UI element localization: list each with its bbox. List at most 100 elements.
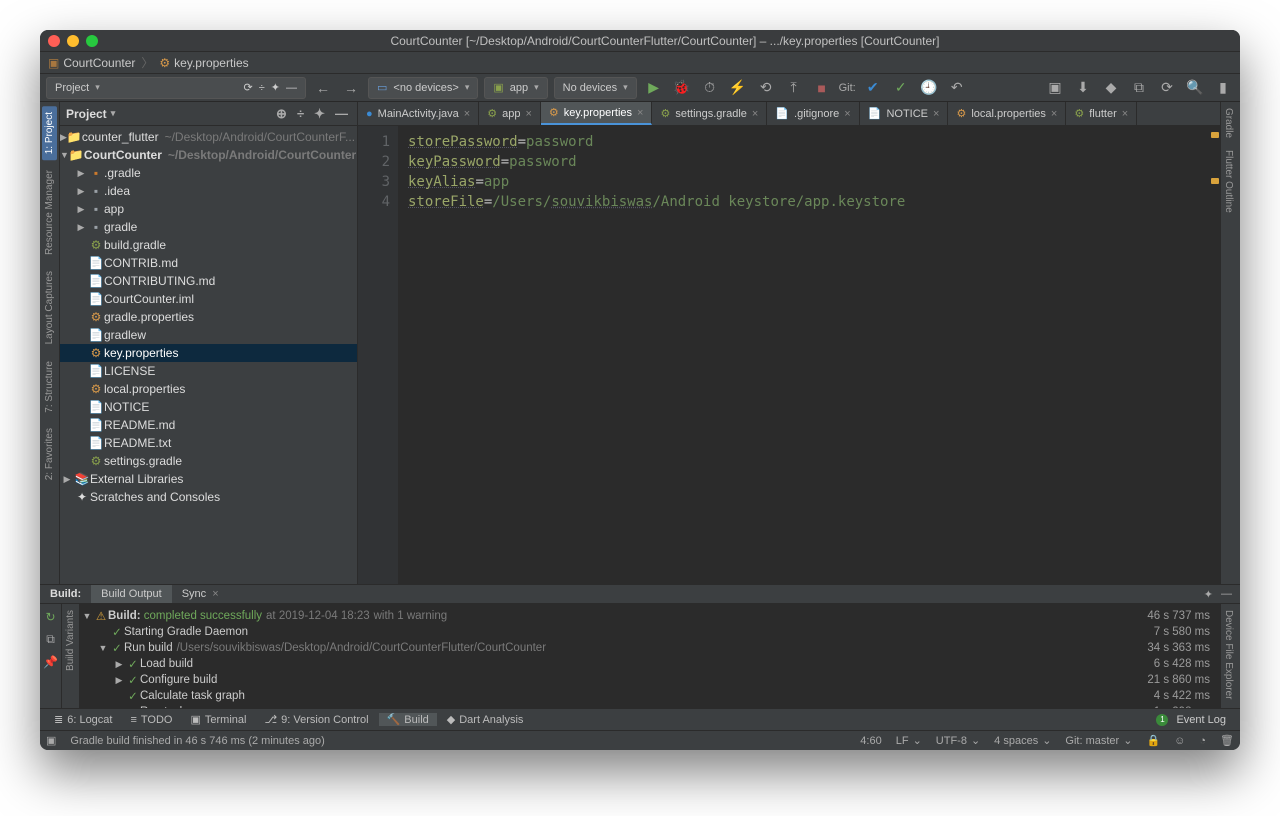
build-row[interactable]: ▶✓Load build6 s 428 ms [80,656,1220,672]
build-twisty-icon[interactable]: ▶ [112,675,126,686]
editor[interactable]: 1 2 3 4 storePassword=password keyPasswo… [358,126,1220,584]
breadcrumb-project[interactable]: ▣CourtCounter [48,56,135,70]
left-rail-layout-captures[interactable]: Layout Captures [42,265,57,350]
indent-widget[interactable]: 4 spaces ⌄ [994,734,1051,747]
build-row[interactable]: ✓Calculate task graph4 s 422 ms [80,688,1220,704]
build-twisty-icon[interactable]: ▼ [96,643,110,653]
project-settings-button[interactable]: ✦ [311,106,328,122]
tab-close-icon[interactable]: × [637,107,643,119]
tab-close-icon[interactable]: × [525,108,531,120]
collapse-icon[interactable]: ÷ [259,82,265,94]
project-locate-button[interactable]: ⊕ [273,106,290,122]
git-revert-button[interactable]: ↶ [946,77,968,99]
devices-combo[interactable]: ▭<no devices>▾ [368,77,478,99]
tree-node-external-libraries[interactable]: ▶📚External Libraries [60,470,357,488]
profile-button[interactable]: ⏱ [699,77,721,99]
sdk-manager-button[interactable]: ⬇ [1072,77,1094,99]
caret-position[interactable]: 4:60 [860,735,881,747]
settings-gear-icon[interactable]: ✦ [271,81,280,94]
git-branch-widget[interactable]: Git: master ⌄ [1065,734,1132,747]
rerun-build-icon[interactable]: ↻ [45,610,55,624]
project-collapse-button[interactable]: ÷ [294,106,307,121]
left-rail-structure[interactable]: 7: Structure [42,355,57,419]
tree-node-local-properties[interactable]: ⚙local.properties [60,380,357,398]
editor-tab-local-properties[interactable]: ⚙local.properties× [948,102,1066,125]
tree-node-settings-gradle[interactable]: ⚙settings.gradle [60,452,357,470]
zoom-window-button[interactable] [86,35,98,47]
tree-twisty-icon[interactable]: ▶ [60,474,74,485]
right-rail-gradle[interactable]: Gradle [1221,102,1236,144]
build-variants-label[interactable]: Build Variants [65,610,76,671]
inspector-face-icon[interactable]: ☺ [1174,735,1185,747]
tab-close-icon[interactable]: × [844,108,850,120]
close-window-button[interactable] [48,35,60,47]
tree-node-key-properties[interactable]: ⚙key.properties [60,344,357,362]
tree-node-app[interactable]: ▶▪app [60,200,357,218]
avd-manager-button[interactable]: ▣ [1044,77,1066,99]
debug-button[interactable]: 🐞 [671,77,693,99]
tree-twisty-icon[interactable]: ▶ [60,132,67,143]
build-sync-tab[interactable]: Sync× [172,585,229,603]
left-rail-project[interactable]: 1: Project [42,106,57,160]
tree-node-build-gradle[interactable]: ⚙build.gradle [60,236,357,254]
status-icon[interactable]: ▣ [46,734,56,747]
tree-node-license[interactable]: 📄LICENSE [60,362,357,380]
project-tree[interactable]: ▶📁counter_flutter~/Desktop/Android/Court… [60,126,357,584]
build-hide-icon[interactable]: — [1221,588,1232,601]
trash-icon[interactable]: 🗑 [1220,734,1234,747]
tree-twisty-icon[interactable]: ▼ [60,150,69,160]
editor-tab-app[interactable]: ⚙app× [479,102,541,125]
reload-flutter-button[interactable]: ⟳ [1156,77,1178,99]
terminal-tab[interactable]: ▣Terminal [182,713,254,726]
git-commit-button[interactable]: ✓ [890,77,912,99]
build-row[interactable]: ▶✓Configure build21 s 860 ms [80,672,1220,688]
tab-close-icon[interactable]: × [752,108,758,120]
left-rail-favorites[interactable]: 2: Favorites [42,422,57,486]
breadcrumb-file[interactable]: ⚙key.properties [159,56,248,70]
editor-tab-settings-gradle[interactable]: ⚙settings.gradle× [652,102,767,125]
tab-close-icon[interactable]: × [933,108,939,120]
version-control-tab[interactable]: ⎇9: Version Control [256,713,376,726]
tree-node-contrib-md[interactable]: 📄CONTRIB.md [60,254,357,272]
build-tab[interactable]: 🔨Build [379,713,437,726]
tree-node-readme-txt[interactable]: 📄README.txt [60,434,357,452]
run-config-combo[interactable]: ▣app▾ [484,77,547,99]
profile-icon[interactable]: ▮ [1212,77,1234,99]
pin-icon[interactable]: 📌 [43,655,58,669]
tree-node--idea[interactable]: ▶▪.idea [60,182,357,200]
build-row[interactable]: ▼✓Run build/Users/souvikbiswas/Desktop/A… [80,640,1220,656]
hide-icon[interactable]: — [286,82,297,94]
tree-twisty-icon[interactable]: ▶ [74,186,88,197]
todo-tab[interactable]: ≡TODO [122,714,180,726]
right-rail-flutter-outline[interactable]: Flutter Outline [1221,144,1236,219]
editor-tab-mainactivity-java[interactable]: ●MainActivity.java× [358,102,479,125]
tree-node-scratches-and-consoles[interactable]: ✦Scratches and Consoles [60,488,357,506]
project-selector-combo[interactable]: Project ▾ ⟳ ÷ ✦ — [46,77,306,99]
file-encoding[interactable]: UTF-8 ⌄ [936,734,980,747]
project-hide-button[interactable]: — [332,106,351,121]
target-device-combo[interactable]: No devices▾ [554,77,637,99]
minimize-window-button[interactable] [67,35,79,47]
editor-tab--gitignore[interactable]: 📄.gitignore× [767,102,859,125]
editor-content[interactable]: storePassword=password keyPassword=passw… [398,126,1210,584]
flutter-reload-button[interactable]: ⟲ [755,77,777,99]
device-file-explorer-label[interactable]: Device File Explorer [1221,604,1236,705]
sync-gradle-icon[interactable]: ⟳ [244,81,253,94]
tree-node-courtcounter[interactable]: ▼📁CourtCounter~/Desktop/Android/CourtCou… [60,146,357,164]
tree-node-counter-flutter[interactable]: ▶📁counter_flutter~/Desktop/Android/Court… [60,128,357,146]
git-update-button[interactable]: ✔ [862,77,884,99]
editor-tab-notice[interactable]: 📄NOTICE× [860,102,949,125]
tree-node-contributing-md[interactable]: 📄CONTRIBUTING.md [60,272,357,290]
tree-node-gradlew[interactable]: 📄gradlew [60,326,357,344]
editor-tab-flutter[interactable]: ⚙flutter× [1066,102,1137,125]
tree-twisty-icon[interactable]: ▶ [74,168,88,179]
toggle-view-icon[interactable]: ⧉ [46,632,55,647]
memory-indicator[interactable]: ◔ [1199,735,1206,747]
tree-node-readme-md[interactable]: 📄README.md [60,416,357,434]
build-settings-icon[interactable]: ✦ [1204,588,1213,601]
run-button[interactable]: ▶ [643,77,665,99]
tree-node-gradle-properties[interactable]: ⚙gradle.properties [60,308,357,326]
lock-icon[interactable]: 🔒 [1146,734,1160,747]
search-everywhere-button[interactable]: 🔍 [1184,77,1206,99]
tree-twisty-icon[interactable]: ▶ [74,222,88,233]
